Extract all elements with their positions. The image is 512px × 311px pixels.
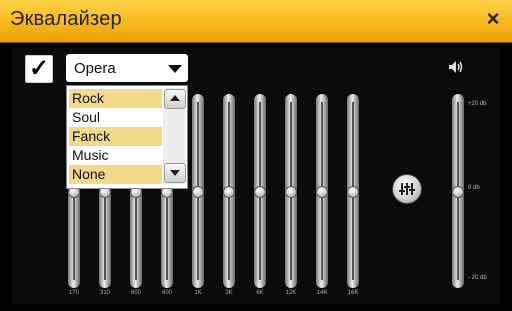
eq-band-label: 600 [161, 290, 172, 296]
volume-min-label: - 20 db [468, 275, 487, 281]
dropdown-scrollbar[interactable] [163, 88, 186, 184]
sliders-icon [399, 183, 415, 195]
eq-band-label: 14K [316, 290, 328, 296]
preset-sliders-button[interactable] [392, 174, 422, 204]
dropdown-option-rock[interactable]: Rock [69, 89, 162, 108]
preset-select[interactable]: Opera [66, 54, 188, 82]
dropdown-option-fanck[interactable]: Fanck [69, 127, 162, 146]
dropdown-option-none[interactable]: None [69, 165, 162, 184]
preset-select-value: Opera [74, 60, 116, 77]
window-title: Эквалайзер [10, 8, 122, 30]
eq-band-label: 16K [347, 290, 359, 296]
eq-band-knob[interactable] [285, 186, 297, 198]
titlebar: Эквалайзер × [0, 0, 512, 43]
eq-band-label: 1K [194, 290, 202, 296]
eq-band-label: 12K [285, 290, 297, 296]
scroll-down-button[interactable] [164, 163, 186, 183]
close-icon[interactable]: × [480, 4, 506, 34]
eq-band-label: 310 [99, 290, 110, 296]
eq-band-label: 170 [68, 290, 79, 296]
dropdown-option-soul[interactable]: Soul [69, 108, 162, 127]
eq-band-knob[interactable] [254, 186, 266, 198]
eq-band-label: 3K [225, 290, 233, 296]
volume-slider-knob[interactable] [452, 186, 464, 198]
eq-band-label: 600 [130, 290, 141, 296]
enable-checkbox[interactable]: ✓ [25, 55, 53, 83]
volume-mid-label: 0 db [468, 185, 480, 191]
arrow-down-icon [170, 170, 180, 176]
dropdown-option-music[interactable]: Music [69, 146, 162, 165]
preset-dropdown-list: Rock Soul Fanck Music None [66, 85, 188, 189]
eq-band-knob[interactable] [316, 186, 328, 198]
volume-max-label: +20 db [468, 101, 487, 107]
eq-band-knob[interactable] [192, 186, 204, 198]
scroll-up-button[interactable] [164, 89, 186, 109]
arrow-up-icon [170, 95, 180, 101]
equalizer-window: Эквалайзер × ✓ Opera Rock Soul Fanck Mus… [0, 0, 512, 311]
speaker-icon [448, 60, 464, 79]
eq-band-label: 6K [256, 290, 264, 296]
eq-band-knob[interactable] [347, 186, 359, 198]
chevron-down-icon[interactable] [168, 65, 182, 73]
eq-band-knob[interactable] [223, 186, 235, 198]
